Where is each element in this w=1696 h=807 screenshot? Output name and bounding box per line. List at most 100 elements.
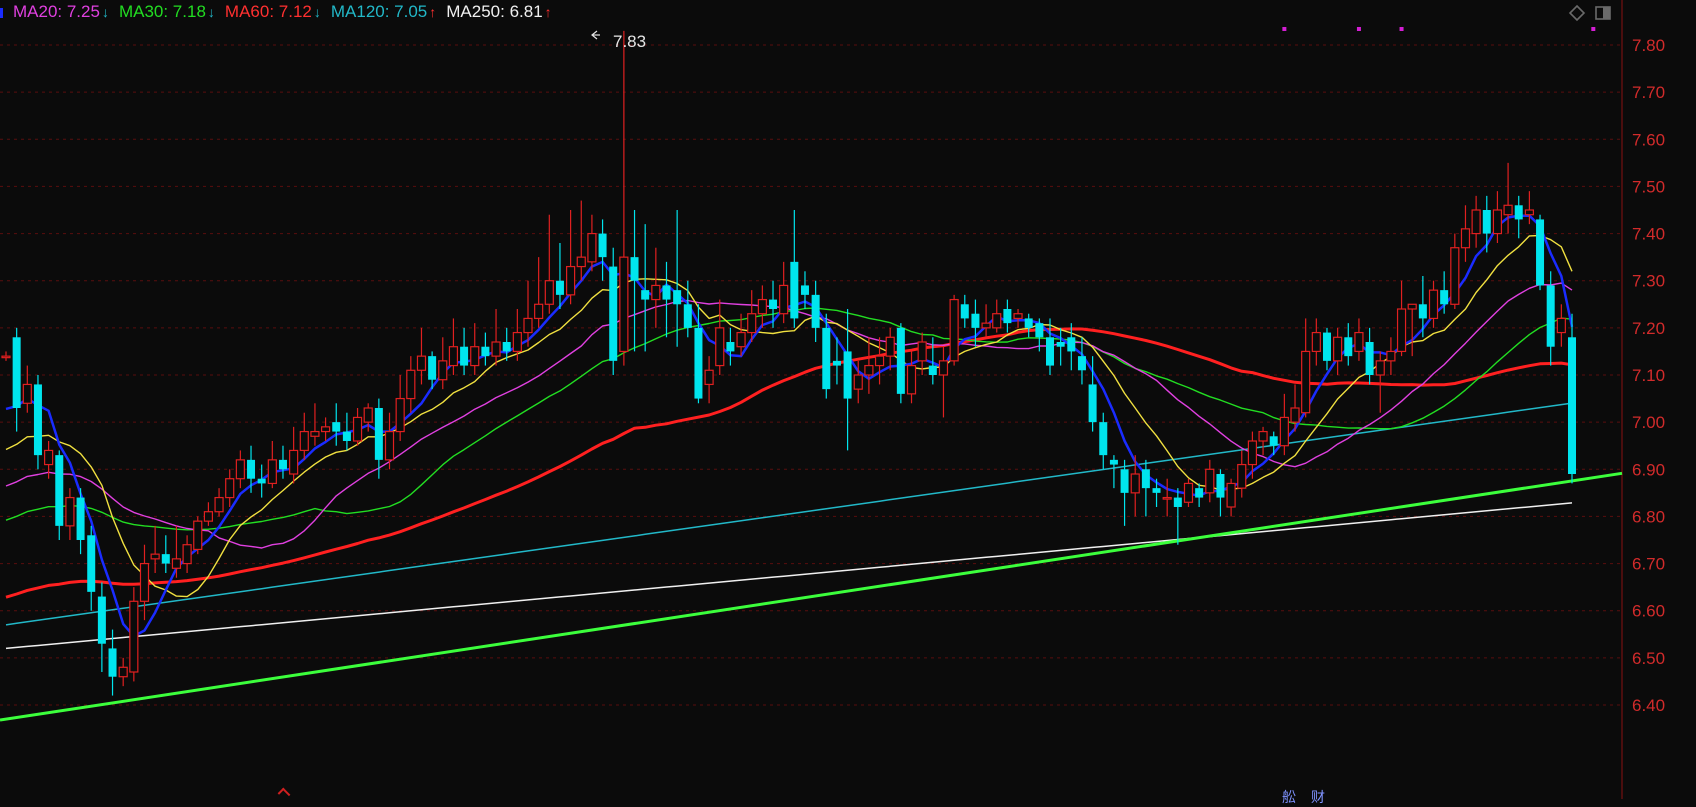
candle[interactable] (1162, 478, 1172, 517)
candle[interactable] (1237, 450, 1247, 498)
candle[interactable] (129, 587, 139, 682)
candle[interactable] (566, 210, 576, 305)
candle[interactable] (1195, 483, 1204, 507)
candle[interactable] (55, 450, 64, 540)
candle[interactable] (12, 327, 21, 432)
candle[interactable] (673, 210, 682, 347)
candle[interactable] (769, 280, 778, 328)
candle[interactable] (1375, 351, 1385, 413)
candle[interactable] (1450, 233, 1460, 309)
candle[interactable] (1568, 313, 1576, 484)
candle[interactable] (896, 323, 905, 404)
candle[interactable] (949, 294, 959, 366)
candle[interactable] (906, 351, 917, 404)
candle[interactable] (76, 488, 85, 555)
candle[interactable] (874, 337, 885, 385)
candle[interactable] (460, 327, 469, 375)
candle[interactable] (332, 403, 341, 446)
candle[interactable] (1386, 337, 1396, 375)
candle[interactable] (139, 544, 150, 621)
candle[interactable] (22, 365, 32, 413)
candle[interactable] (214, 488, 224, 517)
candle[interactable] (1, 351, 11, 361)
candle[interactable] (225, 469, 235, 507)
candle[interactable] (161, 535, 170, 573)
candle[interactable] (630, 210, 639, 352)
candle[interactable] (1418, 276, 1427, 338)
candle[interactable] (1205, 459, 1215, 503)
candle[interactable] (981, 304, 991, 338)
candle[interactable] (247, 445, 256, 493)
candle[interactable] (257, 464, 266, 498)
candle[interactable] (534, 257, 544, 328)
candlesticks[interactable] (1, 30, 1576, 696)
candle[interactable] (150, 525, 160, 573)
candle[interactable] (481, 332, 490, 366)
candle[interactable] (1279, 393, 1289, 456)
candle[interactable] (1396, 280, 1407, 357)
candle[interactable] (1556, 304, 1566, 347)
candle[interactable] (384, 412, 395, 470)
candle[interactable] (235, 450, 245, 489)
candle[interactable] (1471, 195, 1481, 248)
candle[interactable] (790, 210, 799, 328)
candle[interactable] (1099, 412, 1108, 470)
candle[interactable] (938, 346, 949, 418)
candle[interactable] (587, 214, 597, 272)
candle[interactable] (1536, 214, 1545, 291)
candle[interactable] (1428, 280, 1439, 328)
candle[interactable] (1301, 318, 1311, 418)
candle[interactable] (352, 408, 363, 446)
candle[interactable] (1216, 469, 1225, 517)
candle[interactable] (1344, 323, 1353, 366)
candle[interactable] (87, 525, 96, 611)
candle[interactable] (651, 247, 661, 328)
candle[interactable] (555, 243, 564, 309)
candle[interactable] (1024, 313, 1033, 338)
candle[interactable] (811, 280, 820, 342)
candle[interactable] (193, 516, 203, 555)
candle[interactable] (310, 403, 320, 446)
candle[interactable] (1460, 205, 1471, 262)
candle[interactable] (1407, 303, 1417, 357)
candle[interactable] (289, 426, 299, 484)
candle[interactable] (1492, 191, 1503, 243)
candle[interactable] (1354, 318, 1364, 361)
panel-toggle-icon[interactable] (1594, 4, 1612, 22)
candle[interactable] (576, 200, 586, 281)
candle[interactable] (662, 261, 671, 338)
candle[interactable] (715, 299, 725, 375)
candle[interactable] (171, 525, 182, 578)
candle[interactable] (203, 502, 214, 526)
candle[interactable] (65, 488, 75, 540)
candle[interactable] (757, 285, 767, 328)
candle[interactable] (1482, 195, 1491, 253)
candle[interactable] (470, 323, 480, 375)
candle[interactable] (416, 327, 427, 385)
candle[interactable] (609, 247, 618, 375)
diamond-icon[interactable] (1568, 4, 1586, 22)
candle[interactable] (1365, 327, 1374, 385)
candle[interactable] (544, 214, 554, 314)
candle[interactable] (885, 327, 895, 371)
candle[interactable] (1258, 426, 1268, 456)
candle[interactable] (843, 309, 852, 451)
candle[interactable] (992, 299, 1002, 333)
candle[interactable] (1503, 162, 1513, 234)
candle[interactable] (864, 337, 874, 394)
candle[interactable] (1077, 337, 1086, 385)
candle[interactable] (1322, 327, 1331, 371)
candle[interactable] (438, 337, 448, 390)
candle[interactable] (1109, 455, 1118, 489)
candle[interactable] (118, 657, 128, 687)
candle[interactable] (779, 261, 789, 324)
candle[interactable] (1333, 327, 1343, 375)
candle[interactable] (1311, 318, 1321, 366)
candle[interactable] (1013, 309, 1023, 328)
candle[interactable] (1141, 459, 1150, 517)
candle[interactable] (1056, 327, 1065, 366)
candle[interactable] (1173, 488, 1182, 545)
candle[interactable] (960, 294, 969, 328)
candle[interactable] (1546, 271, 1555, 366)
candle[interactable] (1183, 478, 1194, 507)
